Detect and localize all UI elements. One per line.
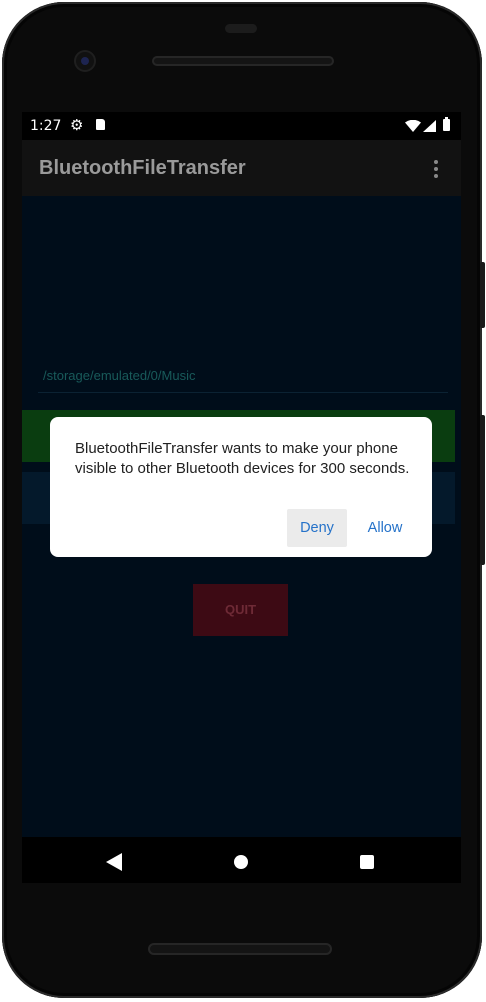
quit-button[interactable]: QUIT — [193, 584, 288, 636]
signal-icon — [423, 120, 436, 132]
back-icon[interactable] — [106, 853, 122, 871]
app-bar: BluetoothFileTransfer — [22, 140, 461, 196]
bottom-speaker — [148, 943, 332, 955]
gear-icon: ⚙ — [70, 116, 84, 134]
folder-path: /storage/emulated/0/Music — [43, 368, 196, 383]
earpiece-notch — [225, 24, 257, 33]
path-underline — [38, 392, 448, 393]
home-icon[interactable] — [234, 855, 248, 869]
battery-icon — [443, 117, 450, 131]
recents-icon[interactable] — [360, 855, 374, 869]
overflow-menu-icon[interactable] — [430, 158, 442, 180]
power-button[interactable] — [480, 262, 485, 328]
status-bar: 1:27 ⚙ — [22, 112, 461, 140]
wifi-icon — [405, 120, 421, 132]
front-camera — [76, 52, 94, 70]
sd-card-icon — [96, 119, 105, 130]
app-title: BluetoothFileTransfer — [39, 157, 246, 179]
dialog-message: BluetoothFileTransfer wants to make your… — [75, 440, 410, 477]
allow-button[interactable]: Allow — [359, 509, 411, 547]
volume-button[interactable] — [480, 415, 485, 565]
permission-dialog: BluetoothFileTransfer wants to make your… — [50, 417, 432, 557]
status-time: 1:27 — [30, 118, 62, 134]
top-speaker — [152, 56, 334, 66]
deny-button[interactable]: Deny — [287, 509, 347, 547]
navigation-bar — [22, 837, 461, 883]
